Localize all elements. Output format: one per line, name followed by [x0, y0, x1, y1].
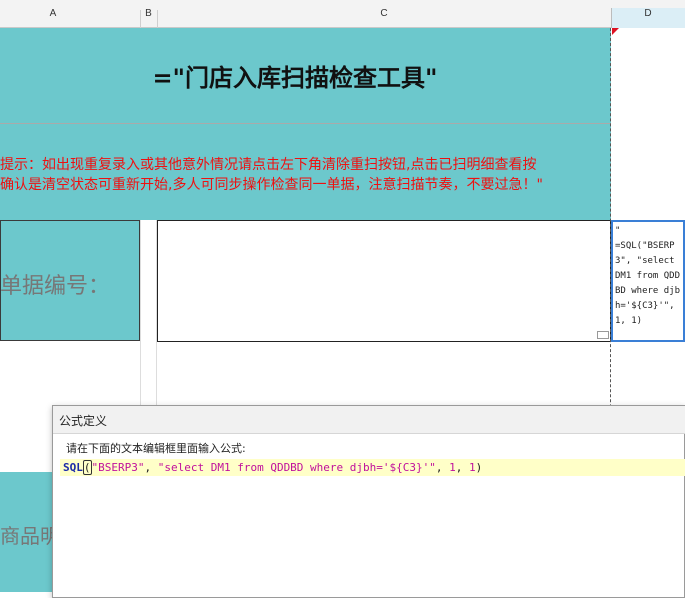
dialog-title[interactable]: 公式定义 — [53, 406, 685, 434]
formula-arg-column: 1 — [449, 461, 456, 474]
dialog-hint: 请在下面的文本编辑框里面输入公式: — [66, 442, 246, 455]
notice-text-line-1: 提示：如出现重复录入或其他意外情况请点击左下角清除重扫按钮,点击已扫明细查看按 — [0, 157, 537, 173]
cell-resize-handle[interactable] — [597, 331, 609, 339]
doc-number-label: 单据编号： — [0, 274, 111, 299]
formula-arg-sql: "select DM1 from QDDBD where djbh='${C3}… — [157, 461, 436, 474]
formula-editor[interactable]: SQL("BSERP3", "select DM1 from QDDBD whe… — [63, 460, 482, 475]
formula-arg-datasource: "BSERP3" — [91, 461, 145, 474]
column-header-d[interactable]: D — [611, 8, 685, 36]
formula-separator: , — [144, 461, 158, 474]
sheet-title: ="门店入库扫描检查工具" — [152, 64, 438, 92]
formula-function-name: SQL — [63, 461, 83, 474]
formula-separator: , — [455, 461, 470, 474]
goods-detail-label: 商品明 — [0, 524, 52, 548]
formula-open-paren: ( — [82, 460, 92, 475]
notice-text-line-2: 确认是清空状态可重新开始,多人可同步操作检查同一单据，注意扫描节奏，不要过急！" — [0, 177, 543, 193]
formula-arg-row: 1 — [469, 461, 476, 474]
formula-separator: , — [435, 461, 450, 474]
cell-d3-formula: " =SQL("BSERP3", "select DM1 from QDDBD … — [615, 226, 681, 326]
formula-close-paren: ) — [475, 461, 483, 474]
doc-number-input-cell[interactable] — [157, 220, 611, 342]
comment-marker-icon — [612, 28, 619, 35]
